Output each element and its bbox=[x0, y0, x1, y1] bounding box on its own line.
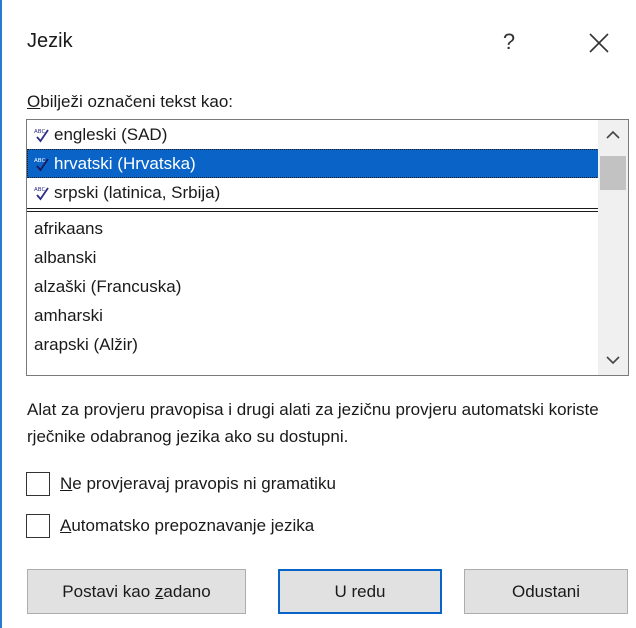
help-button[interactable]: ? bbox=[494, 24, 524, 60]
spellcheck-icon: ABC bbox=[34, 187, 49, 200]
list-item-label: amharski bbox=[34, 306, 103, 325]
access-key: A bbox=[60, 516, 72, 535]
button-text: Postavi kao bbox=[62, 581, 155, 601]
list-item-4[interactable]: arapski (Alžir) bbox=[27, 330, 599, 359]
svg-text:ABC: ABC bbox=[34, 129, 45, 135]
label-text: e provjeravaj pravopis ni gramatiku bbox=[72, 474, 336, 493]
scroll-thumb[interactable] bbox=[600, 156, 626, 190]
cancel-button[interactable]: Odustani bbox=[464, 569, 628, 614]
list-item-label: arapski (Alžir) bbox=[34, 335, 138, 354]
chevron-down-icon bbox=[606, 356, 620, 365]
no-proofing-checkbox[interactable] bbox=[26, 472, 50, 496]
label-text: utomatsko prepoznavanje jezika bbox=[71, 516, 315, 535]
list-item-label: srpski (latinica, Srbija) bbox=[54, 183, 221, 202]
access-key: N bbox=[60, 474, 73, 493]
dialog-title: Jezik bbox=[27, 30, 73, 52]
list-item-top-0[interactable]: ABC engleski (SAD) bbox=[27, 120, 599, 149]
list-item-2[interactable]: alzaški (Francuska) bbox=[27, 272, 599, 301]
language-list-rows: ABC engleski (SAD) ABC hrvatski (Hrvatsk… bbox=[27, 120, 599, 359]
window-accent-edge bbox=[0, 0, 2, 628]
list-item-label: hrvatski (Hrvatska) bbox=[54, 154, 196, 173]
ok-button[interactable]: U redu bbox=[278, 569, 442, 614]
list-item-label: albanski bbox=[34, 248, 97, 267]
list-separator bbox=[27, 208, 599, 212]
access-key: O bbox=[27, 92, 41, 111]
no-proofing-option[interactable]: Ne provjeravaj pravopis ni gramatiku bbox=[26, 472, 336, 496]
no-proofing-label: Ne provjeravaj pravopis ni gramatiku bbox=[60, 474, 336, 494]
button-text: adano bbox=[163, 581, 211, 601]
list-item-top-1[interactable]: ABC hrvatski (Hrvatska) bbox=[27, 149, 599, 178]
close-button[interactable] bbox=[584, 28, 614, 58]
list-item-label: engleski (SAD) bbox=[54, 125, 168, 144]
list-item-1[interactable]: albanski bbox=[27, 243, 599, 272]
set-default-button[interactable]: Postavi kao z adano bbox=[27, 569, 246, 614]
list-item-top-2[interactable]: ABC srpski (latinica, Srbija) bbox=[27, 178, 599, 207]
language-list-label: Obilježi označeni tekst kao: bbox=[27, 92, 233, 112]
list-item-label: afrikaans bbox=[34, 219, 103, 238]
spellcheck-icon: ABC bbox=[34, 158, 49, 171]
label-text: bilježi označeni tekst kao: bbox=[40, 92, 234, 111]
auto-detect-option[interactable]: Automatsko prepoznavanje jezika bbox=[26, 514, 314, 538]
language-listbox[interactable]: ABC engleski (SAD) ABC hrvatski (Hrvatsk… bbox=[26, 119, 629, 376]
svg-text:ABC: ABC bbox=[34, 187, 45, 193]
spellcheck-icon: ABC bbox=[34, 129, 49, 142]
scroll-down-button[interactable] bbox=[598, 345, 628, 375]
list-scrollbar[interactable] bbox=[598, 120, 628, 375]
proofing-description: Alat za provjeru pravopisa i drugi alati… bbox=[27, 400, 599, 446]
auto-detect-checkbox[interactable] bbox=[26, 514, 50, 538]
access-key: z bbox=[154, 581, 164, 601]
language-dialog: Jezik ? Obilježi označeni tekst kao: ABC… bbox=[0, 0, 636, 628]
list-item-0[interactable]: afrikaans bbox=[27, 214, 599, 243]
list-item-label: alzaški (Francuska) bbox=[34, 277, 182, 296]
list-item-3[interactable]: amharski bbox=[27, 301, 599, 330]
auto-detect-label: Automatsko prepoznavanje jezika bbox=[60, 516, 314, 536]
scroll-up-button[interactable] bbox=[598, 120, 628, 150]
close-icon bbox=[589, 33, 609, 53]
chevron-up-icon bbox=[606, 130, 620, 139]
svg-text:ABC: ABC bbox=[34, 158, 45, 164]
